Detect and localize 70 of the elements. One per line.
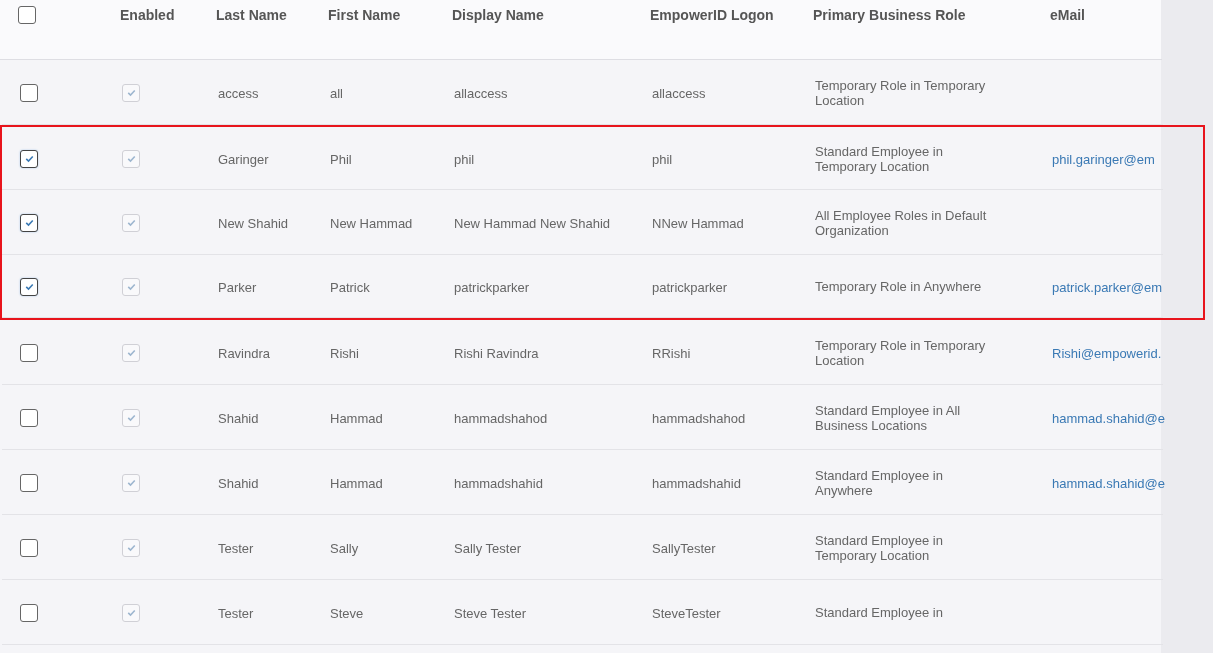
table-cell: Steve bbox=[330, 605, 364, 621]
row-checkbox[interactable] bbox=[20, 538, 38, 557]
email-link[interactable]: patrick.parker@em bbox=[1052, 279, 1162, 295]
table-cell: New Shahid bbox=[218, 215, 289, 231]
table-cell: Ravindra bbox=[218, 345, 271, 361]
column-header[interactable]: Enabled bbox=[120, 7, 175, 23]
email-link[interactable]: hammad.shahid@e bbox=[1052, 475, 1165, 491]
table-cell: Shahid bbox=[218, 475, 259, 491]
table-cell-text: Standard Employee in Anywhere bbox=[815, 467, 944, 498]
row-checkbox[interactable] bbox=[20, 408, 38, 427]
table-cell-text: Temporary Role in Anywhere bbox=[815, 279, 983, 294]
email-link[interactable]: hammad.shahid@e bbox=[1052, 410, 1165, 426]
table-cell-text: Temporary Role in Temporary Location bbox=[815, 77, 987, 108]
table-cell: hammadshahod bbox=[652, 410, 746, 426]
row-checkbox[interactable] bbox=[20, 149, 38, 168]
table-cell: patrickparker bbox=[454, 279, 530, 295]
table-cell-text: Standard Employee in Temporary Location bbox=[815, 143, 944, 174]
table-cell: hammadshahid bbox=[652, 475, 741, 491]
table-cell-text: Temporary Role in Temporary Location bbox=[815, 337, 987, 368]
table-cell: Sally bbox=[330, 540, 359, 556]
table-cell: Patrick bbox=[330, 279, 370, 295]
row-checkbox[interactable] bbox=[20, 473, 38, 492]
table-cell: Hammad bbox=[330, 475, 383, 491]
table-cell: allaccess bbox=[454, 85, 508, 101]
table-cell: New Hammad bbox=[330, 215, 413, 231]
table-cell: Shahid bbox=[218, 410, 259, 426]
email-link[interactable]: phil.garinger@em bbox=[1052, 151, 1155, 167]
table-cell: phil bbox=[454, 151, 475, 167]
table-cell: Sally Tester bbox=[454, 540, 521, 556]
row-checkbox[interactable] bbox=[20, 343, 38, 362]
table-cell: Tester bbox=[218, 605, 254, 621]
column-header[interactable]: Last Name bbox=[216, 7, 287, 23]
table-cell: patrickparker bbox=[652, 279, 728, 295]
column-header[interactable]: Primary Business Role bbox=[813, 7, 966, 23]
table-cell: NNew Hammad bbox=[652, 215, 744, 231]
column-header[interactable]: First Name bbox=[328, 7, 401, 23]
table-cell: Rishi Ravindra bbox=[454, 345, 539, 361]
table-row[interactable]: New Shahid New Hammad New Hammad New Shahid NNew Hammad All Employee Roles in Default Organization bbox=[0, 190, 1205, 255]
row-checkbox[interactable] bbox=[20, 83, 38, 102]
table-cell: all bbox=[330, 85, 343, 101]
table-cell: phil bbox=[652, 151, 673, 167]
table-cell: allaccess bbox=[652, 85, 706, 101]
table-cell: Tester bbox=[218, 540, 254, 556]
row-checkbox[interactable] bbox=[20, 603, 38, 622]
table-row[interactable]: Garinger Phil phil phil Standard Employee in Temporary Location phil.garinger@em bbox=[0, 125, 1205, 190]
row-checkbox[interactable] bbox=[20, 213, 38, 232]
table-row[interactable]: Parker Patrick patrickparker patrickparker Temporary Role in Anywhere patrick.parker@em bbox=[0, 255, 1205, 320]
email-link[interactable]: Rishi@empowerid. bbox=[1052, 345, 1162, 361]
table-cell: access bbox=[218, 85, 259, 101]
select-all-checkbox[interactable] bbox=[18, 6, 36, 24]
table-cell-text: All Employee Roles in Default Organization bbox=[815, 207, 988, 238]
table-cell: hammadshahid bbox=[454, 475, 543, 491]
table-cell: hammadshahod bbox=[454, 410, 548, 426]
table-cell: Hammad bbox=[330, 410, 383, 426]
table-cell-text: Standard Employee in All Business Locations bbox=[815, 402, 962, 433]
table-cell: Garinger bbox=[218, 151, 269, 167]
table-cell-text: Standard Employee in Temporary Location bbox=[815, 532, 944, 563]
table-cell: Rishi bbox=[330, 345, 359, 361]
table-cell: Phil bbox=[330, 151, 352, 167]
table-cell: RRishi bbox=[652, 345, 691, 361]
table-cell: Parker bbox=[218, 279, 257, 295]
table-cell: New Hammad New Shahid bbox=[454, 215, 611, 231]
column-header[interactable]: eMail bbox=[1050, 7, 1085, 23]
table-cell: SteveTester bbox=[652, 605, 721, 621]
column-header[interactable]: EmpowerID Logon bbox=[650, 7, 774, 23]
table-cell: Steve Tester bbox=[454, 605, 527, 621]
table-cell: SallyTester bbox=[652, 540, 716, 556]
column-header[interactable]: Display Name bbox=[452, 7, 544, 23]
row-checkbox[interactable] bbox=[20, 277, 38, 296]
table-cell-text: Standard Employee in bbox=[815, 605, 944, 620]
